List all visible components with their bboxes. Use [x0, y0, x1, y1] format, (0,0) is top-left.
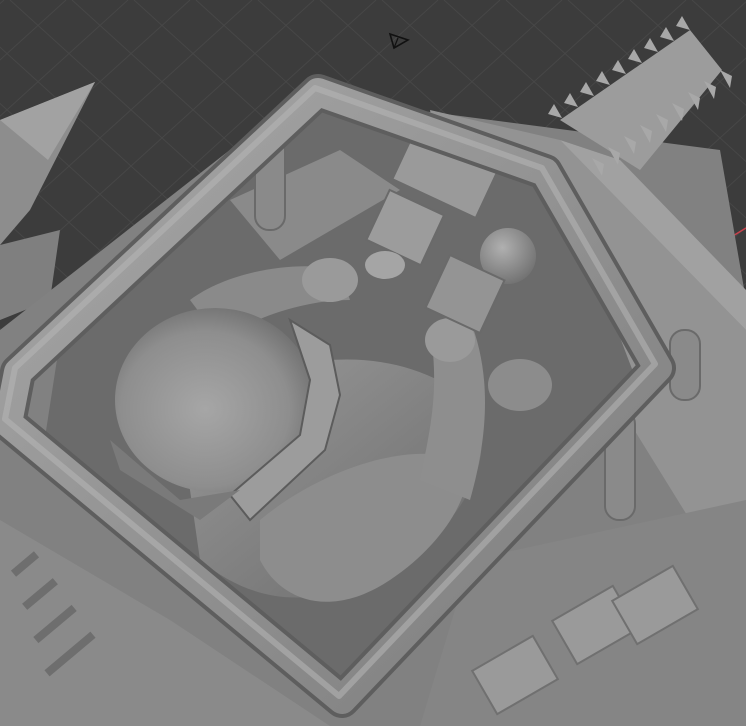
camera-gizmo-icon[interactable]	[388, 32, 410, 50]
3d-viewport[interactable]	[0, 0, 746, 726]
chainsaw-tooth	[612, 60, 626, 74]
chainsaw-tooth	[596, 71, 610, 85]
chainsaw-tooth	[676, 16, 690, 30]
chainsaw-tooth	[548, 104, 562, 118]
chainsaw-tooth	[644, 38, 658, 52]
viewport-scene[interactable]	[0, 0, 746, 726]
